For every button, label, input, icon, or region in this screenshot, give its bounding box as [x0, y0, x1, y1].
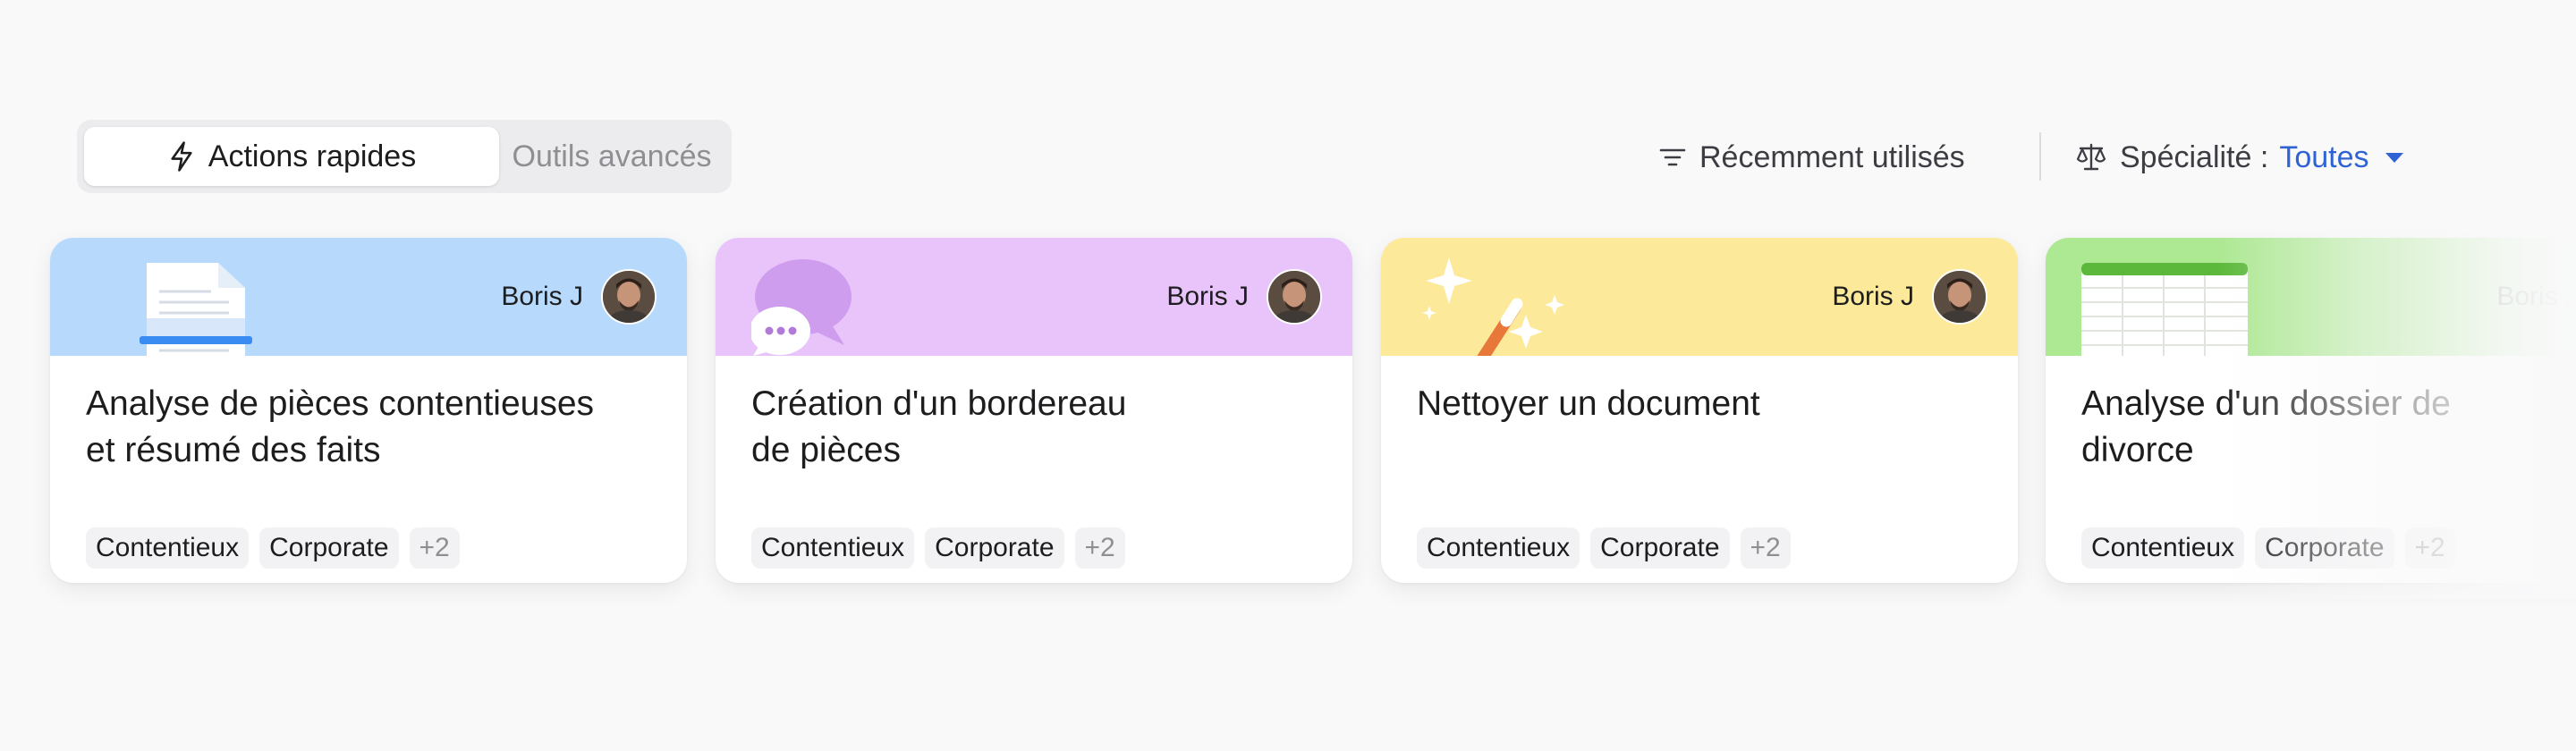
- card-author: Boris J: [501, 268, 657, 325]
- avatar: [601, 269, 657, 325]
- card-title-line: de pièces: [751, 431, 901, 469]
- card-author: Boris J: [2496, 268, 2576, 325]
- author-name: Boris J: [1832, 282, 1914, 311]
- tag: Corporate: [2255, 527, 2394, 569]
- more-tags-badge: +2: [409, 527, 460, 569]
- author-name: Boris J: [501, 282, 583, 311]
- card-title: Analyse de pièces contentieuses et résum…: [86, 381, 658, 474]
- card-title: Nettoyer un document: [1417, 381, 1989, 427]
- tag: Contentieux: [2081, 527, 2245, 569]
- action-card[interactable]: Boris J Nettoyer un document Contentieux…: [1381, 238, 2018, 583]
- action-card[interactable]: Boris J Création d'un bordereau de pièce…: [716, 238, 1352, 583]
- card-title-line: et résumé des faits: [86, 431, 381, 469]
- card-title-line: Analyse d'un dossier de: [2081, 384, 2451, 423]
- card-header: Boris J: [1381, 238, 2018, 356]
- card-title: Création d'un bordereau de pièces: [751, 381, 1324, 474]
- card-title-line: divorce: [2081, 431, 2194, 469]
- action-card[interactable]: Boris J Analyse de pièces contentieuses: [50, 238, 687, 583]
- card-title-line: Analyse de pièces contentieuses: [86, 384, 595, 423]
- tag: Contentieux: [1417, 527, 1580, 569]
- card-author: Boris J: [1832, 268, 1987, 325]
- card-header: Boris J: [50, 238, 687, 356]
- cards-carousel: Boris J Analyse de pièces contentieuses: [0, 0, 2576, 751]
- page: Actions rapides Outils avancés Récemment…: [0, 0, 2576, 751]
- more-tags-badge: +2: [2404, 527, 2455, 569]
- card-title-line: Nettoyer un document: [1417, 384, 1760, 423]
- card-tags: Contentieux Corporate +2: [751, 527, 1125, 569]
- card-header: Boris J: [2046, 238, 2576, 356]
- action-card[interactable]: Boris J Analyse d'un dossier de divorce …: [2046, 238, 2576, 583]
- card-header: Boris J: [716, 238, 1352, 356]
- avatar: [1267, 269, 1322, 325]
- more-tags-badge: +2: [1740, 527, 1791, 569]
- tag: Corporate: [1590, 527, 1730, 569]
- tag: Corporate: [925, 527, 1064, 569]
- tag: Contentieux: [751, 527, 915, 569]
- card-author: Boris J: [1166, 268, 1322, 325]
- avatar: [1932, 269, 1987, 325]
- card-tags: Contentieux Corporate +2: [86, 527, 460, 569]
- tag: Contentieux: [86, 527, 250, 569]
- card-tags: Contentieux Corporate +2: [1417, 527, 1791, 569]
- chat-bubbles-icon: [751, 259, 852, 356]
- card-tags: Contentieux Corporate +2: [2081, 527, 2455, 569]
- author-name: Boris J: [1166, 282, 1249, 311]
- author-name: Boris J: [2496, 282, 2576, 311]
- more-tags-badge: +2: [1074, 527, 1125, 569]
- magic-wand-icon: [1422, 257, 1564, 356]
- tag: Corporate: [259, 527, 399, 569]
- card-title: Analyse d'un dossier de divorce: [2081, 381, 2576, 474]
- card-title-line: Création d'un bordereau: [751, 384, 1127, 423]
- document-scan-icon: [140, 263, 252, 356]
- spreadsheet-icon: [2081, 263, 2248, 356]
